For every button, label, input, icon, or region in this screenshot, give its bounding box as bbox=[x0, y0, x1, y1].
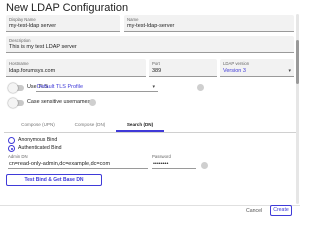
description-field[interactable]: Description This is my test LDAP server bbox=[6, 36, 294, 53]
ldap-version-value: Version 3 bbox=[223, 68, 246, 74]
scrollbar-thumb[interactable] bbox=[296, 40, 299, 84]
tab-compose-dn[interactable]: Compose (DN) bbox=[66, 118, 114, 132]
new-ldap-configuration-dialog: New LDAP Configuration Display Name my-t… bbox=[0, 0, 300, 223]
tabs-divider bbox=[4, 132, 296, 133]
tls-profile-select[interactable]: Default TLS Profile ▾ bbox=[36, 82, 158, 92]
ldap-version-label: LDAP version bbox=[223, 61, 250, 66]
port-label: Port bbox=[152, 61, 160, 66]
display-name-label: Display Name bbox=[9, 17, 36, 22]
help-icon[interactable] bbox=[197, 84, 204, 91]
authenticated-bind-label: Authenticated Bind bbox=[18, 145, 62, 151]
hostname-field[interactable]: Hostname ldap.forumsys.com bbox=[6, 59, 146, 77]
dialog-title: New LDAP Configuration bbox=[6, 2, 129, 14]
hostname-label: Hostname bbox=[9, 61, 29, 66]
hostname-value: ldap.forumsys.com bbox=[9, 68, 56, 74]
chevron-down-icon: ▾ bbox=[152, 84, 155, 90]
cancel-button[interactable]: Cancel bbox=[246, 208, 262, 214]
toggle-knob bbox=[8, 83, 18, 93]
name-label: Name bbox=[127, 17, 139, 22]
tls-profile-value: Default TLS Profile bbox=[37, 84, 84, 90]
footer-divider bbox=[0, 205, 300, 206]
name-value: my-test-ldap-server bbox=[127, 23, 175, 29]
port-field[interactable]: Port 389 bbox=[149, 59, 217, 77]
ldap-version-select[interactable]: LDAP version Version 3 ▾ bbox=[220, 59, 294, 77]
chevron-down-icon: ▾ bbox=[288, 68, 291, 74]
toggle-knob bbox=[8, 98, 18, 108]
anonymous-bind-label: Anonymous Bind bbox=[18, 137, 58, 143]
test-bind-button[interactable]: Test Bind & Get Base DN bbox=[6, 174, 102, 186]
tab-compose-upn[interactable]: Compose (UPN) bbox=[12, 118, 64, 132]
help-icon[interactable] bbox=[89, 99, 96, 106]
anonymous-bind-radio[interactable] bbox=[8, 137, 15, 144]
authenticated-bind-radio[interactable] bbox=[8, 145, 15, 152]
display-name-field[interactable]: Display Name my-test-ldap server bbox=[6, 15, 120, 32]
password-field[interactable]: •••••••• bbox=[152, 159, 196, 169]
use-tls-toggle[interactable] bbox=[8, 83, 24, 93]
port-value: 389 bbox=[152, 68, 162, 74]
name-field[interactable]: Name my-test-ldap-server bbox=[124, 15, 294, 32]
bind-method-tabs: Compose (UPN) Compose (DN) Search (DN) bbox=[4, 118, 296, 133]
password-value: •••••••• bbox=[153, 161, 169, 167]
admin-dn-value: cn=read-only-admin,dc=example,dc=com bbox=[9, 161, 111, 167]
description-label: Description bbox=[9, 38, 31, 43]
help-icon[interactable] bbox=[201, 162, 208, 169]
create-button[interactable]: Create bbox=[270, 205, 292, 216]
display-name-value: my-test-ldap server bbox=[9, 23, 57, 29]
case-sensitive-toggle[interactable] bbox=[8, 98, 24, 108]
admin-dn-field[interactable]: cn=read-only-admin,dc=example,dc=com bbox=[8, 159, 148, 169]
description-value: This is my test LDAP server bbox=[9, 44, 77, 50]
case-sensitive-label: Case sensitive usernames bbox=[27, 99, 91, 105]
